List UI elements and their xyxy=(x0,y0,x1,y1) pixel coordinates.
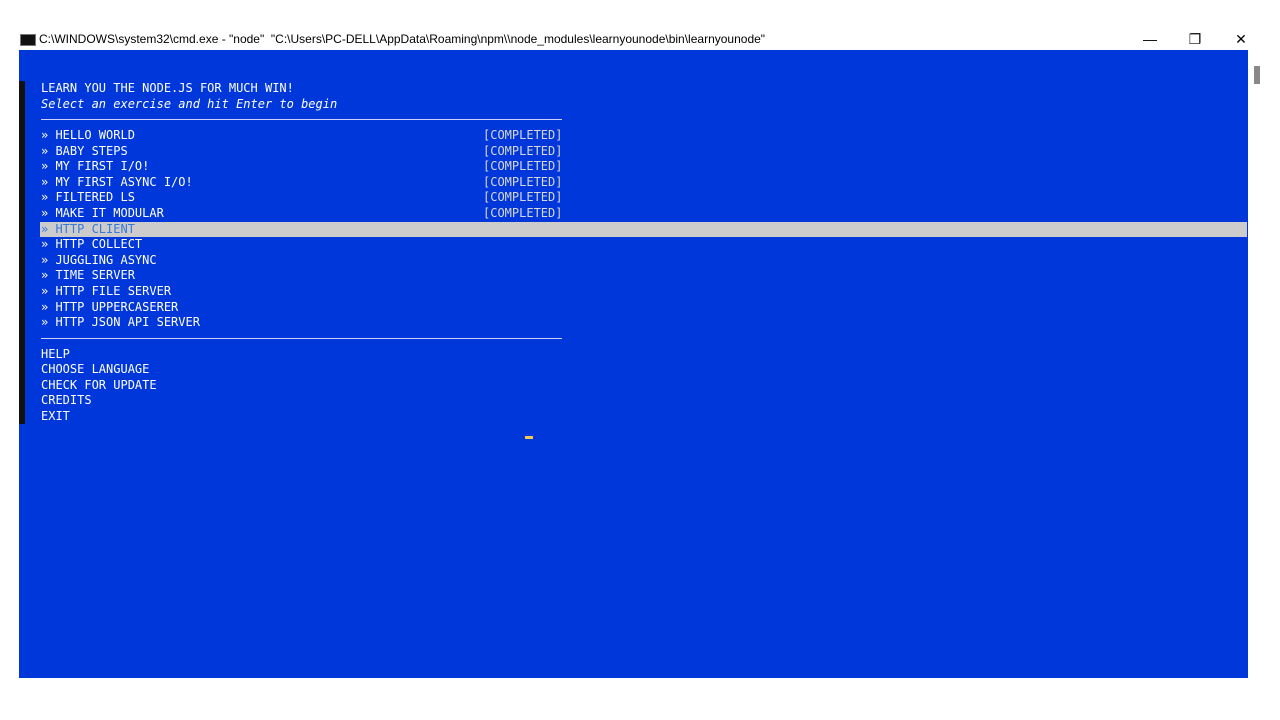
restore-button[interactable]: ❐ xyxy=(1175,28,1215,50)
exercise-item-selected[interactable]: » HTTP CLIENT xyxy=(40,221,1247,238)
divider xyxy=(41,119,562,120)
exercise-item[interactable]: » MY FIRST I/O! xyxy=(41,159,149,175)
exercise-item[interactable]: » BABY STEPS xyxy=(41,144,128,160)
menu-item-check-for-update[interactable]: CHECK FOR UPDATE xyxy=(41,378,157,394)
scrollbar[interactable] xyxy=(1248,50,1264,678)
text-cursor xyxy=(525,436,533,439)
menu-item-choose-language[interactable]: CHOOSE LANGUAGE xyxy=(41,362,149,378)
exercise-item[interactable]: » HELLO WORLD xyxy=(41,128,135,144)
exercise-item[interactable]: » TIME SERVER xyxy=(41,268,135,284)
close-button[interactable]: ✕ xyxy=(1221,28,1261,50)
minimize-button[interactable]: — xyxy=(1130,28,1170,50)
completed-badge: [COMPLETED] xyxy=(483,174,563,189)
exercise-item[interactable]: » HTTP UPPERCASERER xyxy=(41,300,178,316)
completed-badge: [COMPLETED] xyxy=(483,143,563,158)
menu-item-help[interactable]: HELP xyxy=(41,347,70,363)
app-title: LEARN YOU THE NODE.JS FOR MUCH WIN! xyxy=(41,81,294,95)
left-margin-bar xyxy=(19,81,25,424)
exercise-item[interactable]: » JUGGLING ASYNC xyxy=(41,253,157,269)
app-subtitle: Select an exercise and hit Enter to begi… xyxy=(41,96,338,111)
window-title: C:\WINDOWS\system32\cmd.exe - "node" "C:… xyxy=(39,32,766,46)
exercise-label: » HTTP CLIENT xyxy=(41,221,135,236)
scrollbar-thumb[interactable] xyxy=(1254,66,1260,84)
exercise-item[interactable]: » FILTERED LS xyxy=(41,190,135,206)
exercise-item[interactable]: » MY FIRST ASYNC I/O! xyxy=(41,175,193,191)
cmd-icon xyxy=(20,34,36,46)
menu-item-credits[interactable]: CREDITS xyxy=(41,393,92,409)
menu-item-exit[interactable]: EXIT xyxy=(41,409,70,425)
exercise-item[interactable]: » MAKE IT MODULAR xyxy=(41,206,164,222)
title-bar: C:\WINDOWS\system32\cmd.exe - "node" "C:… xyxy=(0,28,1280,50)
completed-badge: [COMPLETED] xyxy=(483,190,563,205)
divider xyxy=(41,338,562,339)
exercise-item[interactable]: » HTTP COLLECT xyxy=(41,237,142,253)
completed-badge: [COMPLETED] xyxy=(483,206,563,220)
completed-badge: [COMPLETED] xyxy=(483,159,563,174)
console[interactable]: LEARN YOU THE NODE.JS FOR MUCH WIN! Sele… xyxy=(19,50,1248,678)
exercise-item[interactable]: » HTTP FILE SERVER xyxy=(41,284,171,300)
completed-badge: [COMPLETED] xyxy=(483,128,563,142)
exercise-item[interactable]: » HTTP JSON API SERVER xyxy=(41,315,200,331)
